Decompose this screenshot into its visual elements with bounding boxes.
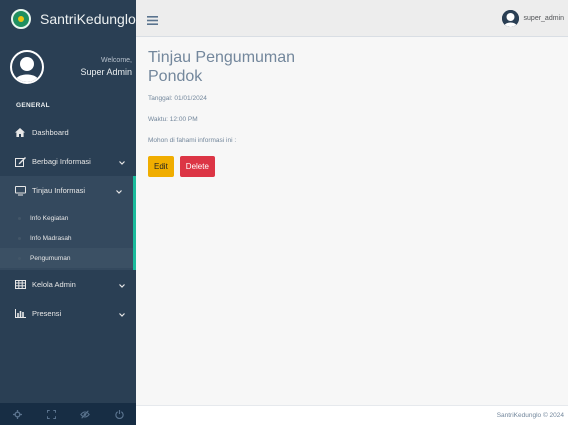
announcement-date: Tanggal: 01/01/2024 — [148, 95, 207, 102]
submenu-item-label: Info Kegiatan — [30, 214, 69, 222]
sidebar-item-tinjau-informasi[interactable]: Tinjau Informasi — [0, 176, 136, 205]
settings-icon[interactable] — [11, 408, 23, 420]
chevron-down-icon — [119, 310, 125, 319]
menu-toggle-icon[interactable] — [147, 12, 158, 30]
sidebar-item-dashboard[interactable]: Dashboard — [0, 118, 136, 147]
submenu-item-info-madrasah[interactable]: Info Madrasah — [0, 228, 133, 248]
profile-panel: Welcome, Super Admin — [0, 37, 136, 97]
user-menu[interactable]: super_admin — [501, 10, 564, 27]
edit-icon — [14, 156, 26, 167]
avatar — [10, 50, 44, 84]
top-navbar: super_admin — [136, 0, 568, 37]
edit-button[interactable]: Edit — [148, 156, 174, 177]
sidebar-item-kelola-admin[interactable]: Kelola Admin — [0, 270, 136, 299]
sidebar-item-label: Presensi — [32, 309, 62, 318]
announcement-message: Mohon di fahami informasi ini : — [148, 137, 237, 144]
home-icon — [14, 128, 26, 138]
school-logo-icon — [11, 8, 31, 29]
submenu-item-label: Info Madrasah — [30, 234, 72, 242]
top-username: super_admin — [523, 15, 564, 22]
sidebar: SantriKedunglo Welcome, Super Admin GENE… — [0, 0, 136, 425]
chevron-down-icon — [116, 187, 122, 196]
page-footer: SantriKedunglo © 2024 — [136, 405, 568, 425]
brand[interactable]: SantriKedunglo — [0, 0, 136, 37]
sidebar-item-label: Berbagi Informasi — [32, 157, 91, 166]
copyright-text: SantriKedunglo © 2024 — [496, 412, 564, 419]
bar-chart-icon — [14, 309, 26, 319]
submenu-tinjau-informasi: Info Kegiatan Info Madrasah Pengumuman — [0, 205, 136, 270]
user-avatar-icon — [12, 52, 42, 82]
desktop-icon — [14, 185, 26, 196]
delete-button[interactable]: Delete — [179, 156, 215, 177]
eye-slash-icon[interactable] — [79, 408, 91, 420]
brand-name: SantriKedunglo — [40, 10, 136, 27]
main-content: Tinjau Pengumuman Pondok Tanggal: 01/01/… — [136, 37, 568, 405]
sidebar-item-label: Dashboard — [32, 128, 69, 137]
welcome-text: Welcome, — [101, 57, 132, 64]
table-icon — [14, 280, 26, 290]
page-title: Tinjau Pengumuman Pondok — [148, 49, 296, 85]
user-avatar-icon — [501, 10, 519, 27]
submenu-item-info-kegiatan[interactable]: Info Kegiatan — [0, 208, 133, 228]
section-title-general: GENERAL — [16, 102, 50, 109]
sidebar-item-berbagi-informasi[interactable]: Berbagi Informasi — [0, 147, 136, 176]
fullscreen-icon[interactable] — [45, 408, 57, 420]
chevron-down-icon — [119, 158, 125, 167]
announcement-time: Waktu: 12:00 PM — [148, 116, 198, 123]
action-buttons: Edit Delete — [148, 156, 556, 177]
sidebar-footer — [0, 403, 136, 425]
submenu-item-pengumuman[interactable]: Pengumuman — [0, 248, 133, 268]
sidebar-item-label: Tinjau Informasi — [32, 186, 86, 195]
power-icon[interactable] — [113, 408, 125, 420]
sidebar-item-label: Kelola Admin — [32, 280, 76, 289]
submenu-item-label: Pengumuman — [30, 254, 71, 262]
profile-name: Super Admin — [80, 67, 132, 77]
sidebar-item-presensi[interactable]: Presensi — [0, 299, 136, 328]
chevron-down-icon — [119, 281, 125, 290]
